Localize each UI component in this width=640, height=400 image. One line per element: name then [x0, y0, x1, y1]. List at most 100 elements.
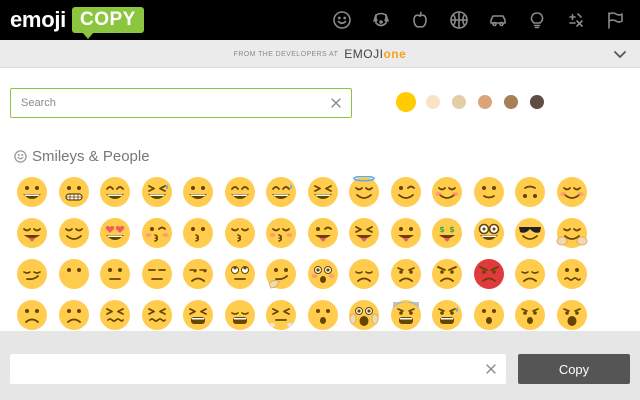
chevron-down-icon: [614, 51, 626, 58]
section-header: Smileys & People: [14, 146, 150, 166]
symbols-icon: [569, 13, 583, 27]
copy-button[interactable]: Copy: [518, 354, 630, 384]
emoji-triumph[interactable]: [265, 299, 297, 331]
emoji-blush[interactable]: [431, 176, 463, 208]
emoji-kissing-heart[interactable]: [141, 217, 173, 249]
skin-tone-5[interactable]: [504, 95, 518, 109]
emoji-grinning[interactable]: [16, 176, 48, 208]
emoji-fearful[interactable]: [390, 299, 422, 331]
developers-credit[interactable]: FROM THE DEVELOPERS AT EMOJI one: [0, 40, 640, 68]
top-header: emoji COPY: [0, 0, 640, 40]
skin-tone-6[interactable]: [530, 95, 544, 109]
developers-brand: EMOJI: [344, 47, 384, 61]
output-box: [10, 354, 506, 384]
emoji-smile[interactable]: [224, 176, 256, 208]
emoji-relaxed[interactable]: [556, 176, 588, 208]
emoji-joy[interactable]: [141, 176, 173, 208]
tab-smileys[interactable]: [327, 6, 357, 34]
emoji-slight-frown[interactable]: [16, 299, 48, 331]
tab-activity[interactable]: [444, 6, 474, 34]
flag-icon: [608, 12, 623, 29]
emoji-pensive[interactable]: [514, 258, 546, 290]
apple-icon: [413, 11, 427, 28]
skin-tone-1[interactable]: [396, 92, 416, 112]
emoji-stuck-out-tongue-winking[interactable]: [307, 217, 339, 249]
emoji-weary[interactable]: [224, 299, 256, 331]
copy-output-field[interactable]: [10, 354, 480, 384]
emoji-money-mouth[interactable]: $ $: [431, 217, 463, 249]
collapse-button[interactable]: [612, 46, 628, 62]
tab-flags[interactable]: [600, 6, 630, 34]
emoji-angry[interactable]: [431, 258, 463, 290]
emoji-thinking[interactable]: [265, 258, 297, 290]
emoji-kissing-smiling[interactable]: [224, 217, 256, 249]
category-tabs: [318, 6, 630, 34]
emoji-grimacing[interactable]: [58, 176, 90, 208]
tab-symbols[interactable]: [561, 6, 591, 34]
search-input[interactable]: [11, 89, 321, 117]
app-logo[interactable]: emoji COPY: [10, 6, 144, 39]
emoji-wink[interactable]: [390, 176, 422, 208]
emoji-heart-eyes[interactable]: [99, 217, 131, 249]
emoji-smiley[interactable]: [182, 176, 214, 208]
emoji-flushed[interactable]: [307, 258, 339, 290]
emoji-kissing[interactable]: [182, 217, 214, 249]
logo-badge: COPY: [71, 7, 144, 39]
emoji-slight-smile[interactable]: [473, 176, 505, 208]
emoji-rolling-eyes[interactable]: [224, 258, 256, 290]
emoji-expressionless[interactable]: [141, 258, 173, 290]
emoji-sweat-smile[interactable]: [265, 176, 297, 208]
emoji-neutral[interactable]: [99, 258, 131, 290]
emoji-upside-down[interactable]: [514, 176, 546, 208]
emoji-scream[interactable]: [348, 299, 380, 331]
tab-objects[interactable]: [522, 6, 552, 34]
tab-food[interactable]: [405, 6, 435, 34]
emoji-laughing[interactable]: [307, 176, 339, 208]
emoji-rage[interactable]: [473, 258, 505, 290]
emoji-kissing-closed-eyes[interactable]: [265, 217, 297, 249]
smiley-icon: [333, 11, 351, 29]
tab-travel[interactable]: [483, 6, 513, 34]
logo-word: emoji: [10, 7, 66, 32]
output-clear-button[interactable]: [484, 362, 498, 376]
emoji-nerd[interactable]: [473, 217, 505, 249]
emoji-tired[interactable]: [182, 299, 214, 331]
search-clear-button[interactable]: [329, 96, 343, 110]
emoji-no-mouth[interactable]: [58, 258, 90, 290]
skin-tone-4[interactable]: [478, 95, 492, 109]
emoji-copy-app: emoji COPY FROM THE DEVELOPERS AT EMOJI …: [0, 0, 640, 400]
emoji-cold-sweat[interactable]: [431, 299, 463, 331]
emoji-stuck-out-tongue-closed-eyes[interactable]: [348, 217, 380, 249]
emoji-relieved[interactable]: [58, 217, 90, 249]
emoji-smirk[interactable]: [16, 258, 48, 290]
emoji-worried[interactable]: [390, 258, 422, 290]
emoji-frowning2[interactable]: [58, 299, 90, 331]
emoji-yum[interactable]: [16, 217, 48, 249]
skin-tone-2[interactable]: [426, 95, 440, 109]
emoji-persevere[interactable]: [99, 299, 131, 331]
emoji-stuck-out-tongue[interactable]: [390, 217, 422, 249]
developers-bar: FROM THE DEVELOPERS AT EMOJI one: [0, 40, 640, 68]
bottom-bar: Copy: [0, 331, 640, 400]
tab-nature[interactable]: [366, 6, 396, 34]
emoji-grin[interactable]: [99, 176, 131, 208]
emoji-frowning[interactable]: [514, 299, 546, 331]
svg-text:$: $: [449, 225, 455, 234]
emoji-anguished[interactable]: [556, 299, 588, 331]
emoji-hushed[interactable]: [473, 299, 505, 331]
emoji-confused[interactable]: [556, 258, 588, 290]
basketball-icon: [450, 11, 468, 29]
emoji-grid: $ $: [16, 176, 626, 331]
close-icon: [486, 364, 496, 374]
emoji-open-mouth[interactable]: [307, 299, 339, 331]
skin-tone-3[interactable]: [452, 95, 466, 109]
emoji-sunglasses[interactable]: [514, 217, 546, 249]
smiley-outline-icon: [14, 149, 27, 163]
emoji-hugging[interactable]: [556, 217, 588, 249]
section-title: Smileys & People: [32, 147, 150, 165]
emoji-disappointed[interactable]: [348, 258, 380, 290]
emoji-confounded[interactable]: [141, 299, 173, 331]
emoji-innocent[interactable]: [348, 176, 380, 208]
skin-tone-picker: [396, 92, 556, 112]
emoji-unamused[interactable]: [182, 258, 214, 290]
